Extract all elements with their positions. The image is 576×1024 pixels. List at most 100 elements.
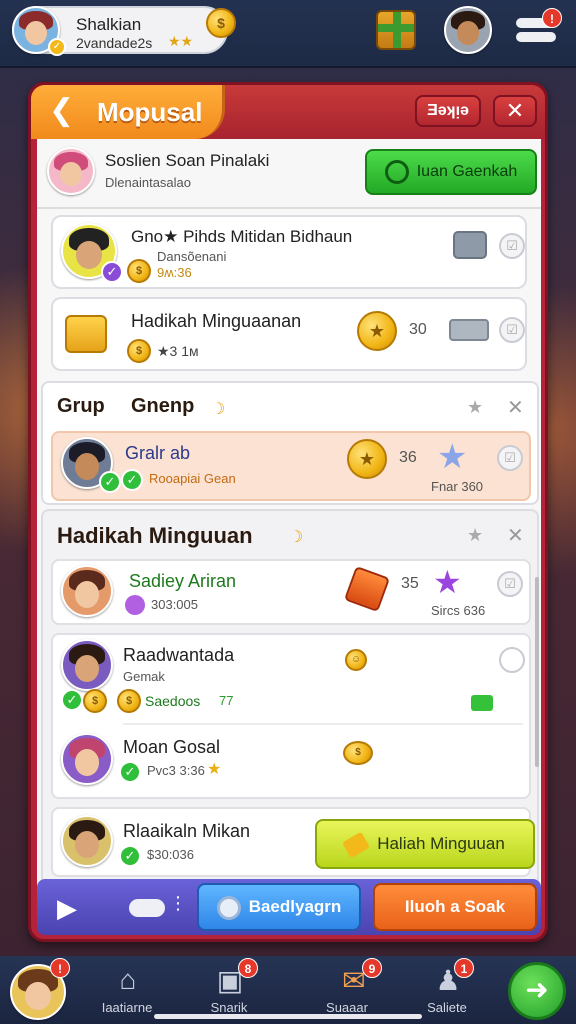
coin-icon[interactable]: $: [206, 8, 236, 38]
checkbox[interactable]: ☑: [497, 445, 523, 471]
nav-badge: !: [50, 958, 70, 978]
chat-badge: !: [542, 8, 562, 28]
group-section: Grup Gnenp ☽ ★ ✕ ✓ ✓ Gralr ab Rooapiai G…: [41, 381, 539, 505]
item-count: 30: [409, 321, 427, 338]
action-bar: ▶ ⋮ Baedlyagrn Iluoh a Soak: [37, 879, 541, 935]
more-icon[interactable]: ⋮: [169, 893, 187, 914]
camera-icon[interactable]: [453, 231, 487, 259]
item-sub: 303:005: [151, 597, 198, 612]
item-title: Hadikah Minguaanan: [131, 311, 302, 331]
chat-icon[interactable]: !: [516, 8, 562, 48]
group-title: Grup: [57, 395, 105, 417]
header-button[interactable]: Ǝǝʞᴉǝ: [415, 95, 481, 127]
divider: [37, 207, 541, 209]
friend-avatar[interactable]: [444, 6, 492, 54]
blue-button[interactable]: Baedlyagrn: [197, 883, 361, 931]
star-icon: ★: [207, 761, 222, 778]
verified-icon: ✓: [48, 38, 66, 56]
orange-button[interactable]: Iluoh a Soak: [373, 883, 537, 931]
checkbox[interactable]: ☑: [499, 317, 525, 343]
row-separator: [123, 723, 523, 725]
coin-icon: ★: [347, 439, 387, 479]
list-item[interactable]: Sadiey Ariran 303:005 35 ★ Sircs 636 ☑: [51, 559, 531, 625]
claim-button-label: Haliah Minguuan: [377, 834, 505, 853]
list-item[interactable]: ✓ ✓ Gralr ab Rooapiai Gean ★ 36 ★ Fnar 3…: [51, 431, 531, 501]
star-icon: ★: [437, 438, 468, 476]
item-sub: Rooapiai Gean: [149, 471, 236, 486]
group-title-2: Gnenp: [131, 395, 195, 417]
list-item[interactable]: Raadwantada Gemak ✓ $ $ Saedoos 77 ☺ Moa…: [51, 633, 531, 799]
gift-icon[interactable]: [376, 10, 416, 50]
checkbox[interactable]: [499, 647, 525, 673]
close-button[interactable]: ✕: [493, 95, 537, 127]
avatar[interactable]: [61, 815, 113, 867]
nav-label-home: Iaatiarne: [101, 1000, 153, 1015]
back-arrow-icon[interactable]: ❮: [49, 96, 74, 126]
nav-label-group: Saliete: [427, 1000, 467, 1015]
nav-label-chat: Suaaar: [326, 1000, 368, 1015]
group-section: Hadikah Minguuan ☽ ★ ✕ Sadiey Ariran 303…: [41, 509, 539, 919]
toggle-icon[interactable]: [129, 899, 165, 917]
item-title: Rlaaikaln Mikan: [123, 821, 251, 841]
gift-box-icon: [65, 315, 107, 353]
join-button-label: Iuan Gaenkah: [416, 163, 518, 180]
avatar[interactable]: [61, 733, 113, 785]
item-title: Moan Gosal: [123, 737, 221, 757]
checkbox[interactable]: ☑: [499, 233, 525, 259]
refresh-icon: [384, 159, 409, 184]
settings-icon: [216, 895, 241, 920]
check-icon: ✓: [119, 845, 141, 867]
check-icon: ✓: [61, 689, 83, 711]
home-icon[interactable]: ⌂: [110, 964, 146, 998]
ticket-icon: [342, 831, 371, 858]
coin-icon: $: [343, 741, 373, 765]
scrollbar[interactable]: [535, 577, 539, 767]
item-sub: $30:036: [147, 847, 194, 862]
item-sub: Pvc3 3:36: [147, 763, 205, 778]
avatar[interactable]: [61, 565, 113, 617]
badge-icon: ✓: [101, 261, 123, 283]
close-icon[interactable]: ✕: [507, 523, 524, 548]
item-sub: Dansõenani: [157, 249, 227, 264]
bed-icon: [449, 319, 489, 341]
top-bar: ✓ Shalkian 2vandade2s ★★ $ !: [0, 0, 576, 68]
avatar[interactable]: [61, 639, 113, 691]
coin-icon: $: [117, 689, 141, 713]
profile-chip[interactable]: ✓ Shalkian 2vandade2s ★★ $: [12, 6, 236, 56]
player-name: Shalkian: [76, 15, 142, 34]
coin-icon: $: [83, 689, 107, 713]
join-button[interactable]: Iuan Gaenkah: [365, 149, 537, 195]
list-item[interactable]: ✓ Gno★ Pihds Mitidan Bidhaun Dansõenani …: [51, 215, 527, 289]
avatar[interactable]: [47, 147, 95, 195]
share-button[interactable]: ➜: [508, 962, 566, 1020]
panel-header: ❮ Mopusal Ǝǝʞᴉǝ ✕: [31, 85, 545, 139]
item-title: Gno★ Pihds Mitidan Bidhaun: [131, 227, 353, 246]
checkbox[interactable]: ☑: [497, 571, 523, 597]
badge-icon: [125, 595, 145, 615]
play-icon[interactable]: ▶: [57, 893, 77, 924]
item-title: Sadiey Ariran: [129, 571, 237, 591]
home-indicator: [154, 1014, 422, 1019]
item-count: 35: [401, 575, 419, 592]
star-icon[interactable]: ★: [467, 525, 483, 546]
title-tab: ❮ Mopusal: [31, 85, 225, 139]
top-row: Soslien Soan Pinalaki Dlenaintasalao Iua…: [43, 145, 537, 201]
coin-icon: $: [127, 259, 151, 283]
item-note: Fnar 360: [431, 479, 484, 494]
blue-button-label: Baedlyagrn: [248, 897, 342, 916]
item-badge: 77: [219, 693, 234, 708]
panel-title: Mopusal: [97, 97, 203, 127]
item-count: 36: [399, 449, 417, 466]
list-item[interactable]: Hadikah Minguaanan $ ★3 1ᴍ ★ 30 ☑: [51, 297, 527, 371]
item-value: Saedoos: [145, 693, 201, 709]
item-sub: ★3 1ᴍ: [157, 343, 199, 359]
check-icon: ✓: [121, 469, 143, 491]
green-tag: [471, 695, 493, 711]
list-item[interactable]: Rlaaikaln Mikan ✓ $30:036 Haliah Minguua…: [51, 807, 535, 877]
close-icon[interactable]: ✕: [507, 395, 524, 420]
star-icon[interactable]: ★: [467, 397, 483, 418]
coin-icon: ★: [357, 311, 397, 351]
item-title: Raadwantada: [123, 645, 235, 665]
main-panel: ❮ Mopusal Ǝǝʞᴉǝ ✕ Soslien Soan Pinalaki …: [28, 82, 548, 942]
claim-button[interactable]: Haliah Minguuan: [315, 819, 535, 869]
